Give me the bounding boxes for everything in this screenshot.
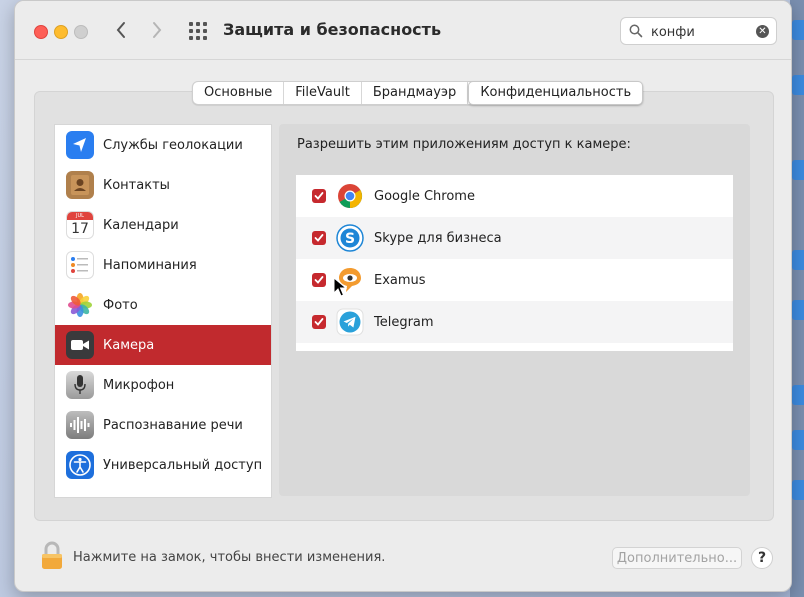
sidebar-item-calendars[interactable]: JUL 17 Календари xyxy=(55,205,271,245)
list-item-skype-business: S Skype для бизнеса xyxy=(296,217,733,259)
back-button[interactable] xyxy=(109,17,133,43)
speech-recognition-icon xyxy=(66,411,94,439)
calendar-icon: JUL 17 xyxy=(66,211,94,239)
allow-checkbox[interactable] xyxy=(312,315,326,329)
search-icon xyxy=(629,24,643,38)
sidebar-item-label: Службы геолокации xyxy=(103,137,243,153)
chevron-left-icon xyxy=(116,22,125,38)
desktop-folder-icon[interactable] xyxy=(792,75,804,95)
tab-firewall[interactable]: Брандмауэр xyxy=(362,82,469,104)
desktop-folder-icon[interactable] xyxy=(792,300,804,320)
close-window-button[interactable] xyxy=(34,25,48,39)
show-all-grid-button[interactable] xyxy=(189,22,207,40)
lock-icon[interactable] xyxy=(40,541,64,575)
sidebar-item-label: Распознавание речи xyxy=(103,417,243,433)
desktop-folder-icon[interactable] xyxy=(792,250,804,270)
allow-checkbox[interactable] xyxy=(312,189,326,203)
sidebar-item-contacts[interactable]: Контакты xyxy=(55,165,271,205)
sidebar-item-location-services[interactable]: Службы геолокации xyxy=(55,125,271,165)
svg-text:S: S xyxy=(345,231,355,247)
zoom-window-button[interactable] xyxy=(74,25,88,39)
contacts-icon xyxy=(66,171,94,199)
sidebar-item-microphone[interactable]: Микрофон xyxy=(55,365,271,405)
privacy-category-list: Службы геолокации Контакты JUL 17 Календ… xyxy=(54,124,272,498)
help-button[interactable]: ? xyxy=(751,547,773,569)
camera-permissions-pane: Разрешить этим приложениям доступ к каме… xyxy=(279,124,750,496)
desktop-folder-icon[interactable] xyxy=(792,20,804,40)
search-field[interactable]: ✕ xyxy=(620,17,777,45)
tab-bar: Основные FileVault Брандмауэр Конфиденци… xyxy=(192,81,644,105)
search-input[interactable] xyxy=(649,22,753,42)
location-arrow-icon xyxy=(66,131,94,159)
sidebar-item-label: Напоминания xyxy=(103,257,197,273)
photos-icon xyxy=(66,291,94,319)
system-preferences-window: Защита и безопасность ✕ Основные FileVau… xyxy=(14,0,792,592)
sidebar-item-label: Универсальный доступ xyxy=(103,457,263,473)
tab-filevault[interactable]: FileVault xyxy=(284,82,362,104)
app-permission-list: Google Chrome S Skype для бизнеса Examus… xyxy=(296,175,733,351)
accessibility-icon xyxy=(66,451,94,479)
reminders-icon xyxy=(66,251,94,279)
tab-general[interactable]: Основные xyxy=(193,82,285,104)
allow-checkbox[interactable] xyxy=(312,273,326,287)
app-name: Skype для бизнеса xyxy=(374,230,502,246)
microphone-icon xyxy=(66,371,94,399)
allow-checkbox[interactable] xyxy=(312,231,326,245)
sidebar-item-reminders[interactable]: Напоминания xyxy=(55,245,271,285)
sidebar-item-photos[interactable]: Фото xyxy=(55,285,271,325)
camera-icon xyxy=(66,331,94,359)
lock-hint-text: Нажмите на замок, чтобы внести изменения… xyxy=(73,550,386,565)
forward-button[interactable] xyxy=(145,17,169,43)
sidebar-item-label: Контакты xyxy=(103,177,170,193)
sidebar-item-accessibility[interactable]: Универсальный доступ xyxy=(55,445,271,485)
tab-privacy[interactable]: Конфиденциальность xyxy=(468,81,644,105)
app-name: Google Chrome xyxy=(374,188,475,204)
mouse-cursor-icon xyxy=(333,277,347,297)
desktop-folder-icon[interactable] xyxy=(792,430,804,450)
clear-search-icon[interactable]: ✕ xyxy=(756,25,769,38)
permissions-heading: Разрешить этим приложениям доступ к каме… xyxy=(297,137,631,152)
list-item-telegram: Telegram xyxy=(296,301,733,343)
chevron-right-icon xyxy=(153,22,162,38)
sidebar-item-label: Камера xyxy=(103,337,155,353)
chrome-icon xyxy=(336,182,364,210)
list-item-google-chrome: Google Chrome xyxy=(296,175,733,217)
sidebar-item-label: Календари xyxy=(103,217,179,233)
window-title: Защита и безопасность xyxy=(223,20,442,39)
sidebar-item-camera[interactable]: Камера xyxy=(55,325,271,365)
desktop-background xyxy=(790,0,804,597)
desktop-folder-icon[interactable] xyxy=(792,480,804,500)
sidebar-item-speech-recognition[interactable]: Распознавание речи xyxy=(55,405,271,445)
desktop-folder-icon[interactable] xyxy=(792,385,804,405)
list-item-examus: Examus xyxy=(296,259,733,301)
title-bar: Защита и безопасность ✕ xyxy=(15,1,791,60)
sidebar-item-label: Фото xyxy=(103,297,138,313)
minimize-window-button[interactable] xyxy=(54,25,68,39)
app-name: Examus xyxy=(374,272,426,288)
telegram-icon xyxy=(336,308,364,336)
sidebar-item-label: Микрофон xyxy=(103,377,175,393)
advanced-button[interactable]: Дополнительно... xyxy=(612,547,742,569)
skype-icon: S xyxy=(336,224,364,252)
desktop-folder-icon[interactable] xyxy=(792,160,804,180)
app-name: Telegram xyxy=(374,314,434,330)
